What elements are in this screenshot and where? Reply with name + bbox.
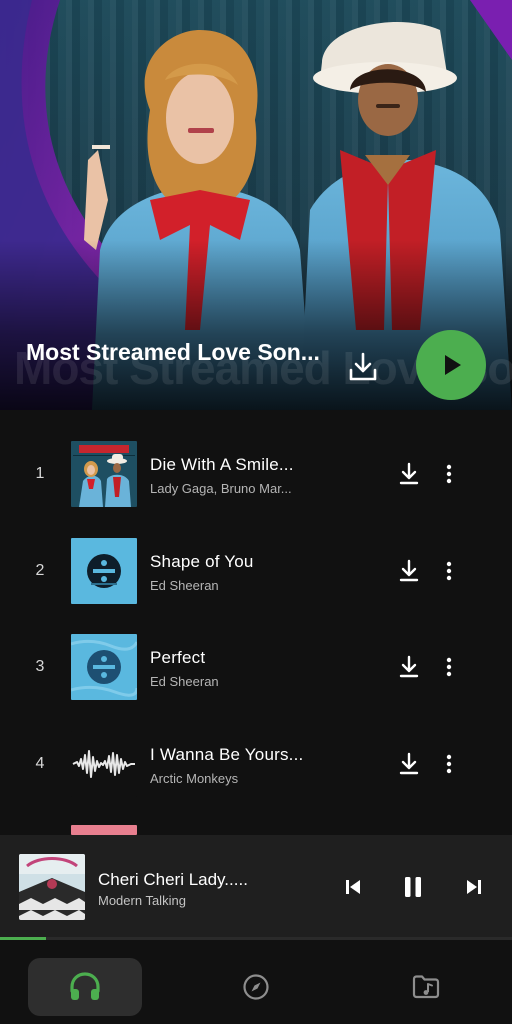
bottom-navigation: [0, 940, 512, 1024]
track-row[interactable]: 1 Die With A Smile... Lady Gaga, Bruno M…: [0, 426, 512, 522]
track-number: 2: [35, 562, 45, 579]
track-row[interactable]: 4 I Wanna Be Yours... Arctic Monkeys: [0, 716, 512, 812]
skip-next-icon: [467, 880, 481, 894]
now-playing-title: Cheri Cheri Lady.....: [98, 870, 248, 889]
download-icon: [399, 655, 419, 678]
track-number: 4: [35, 755, 45, 772]
nav-item-listen[interactable]: [28, 958, 142, 1016]
next-button[interactable]: [459, 872, 489, 902]
album-art-duo: [71, 441, 137, 507]
music-folder-icon: [412, 975, 440, 999]
album-art-waveform: [71, 731, 137, 797]
more-options-button[interactable]: [438, 460, 460, 488]
more-options-button[interactable]: [438, 653, 460, 681]
album-art-divide: [71, 634, 137, 700]
download-icon: [349, 352, 377, 381]
pause-button[interactable]: [398, 872, 428, 902]
track-number: 3: [35, 658, 45, 675]
track-title: Shape of You: [150, 552, 254, 571]
track-artist: Ed Sheeran: [150, 674, 219, 689]
mini-player[interactable]: Cheri Cheri Lady..... Modern Talking: [0, 835, 512, 940]
track-row[interactable]: 3 Perfect Ed Sheeran: [0, 619, 512, 715]
more-vertical-icon: [446, 561, 452, 581]
more-vertical-icon: [446, 464, 452, 484]
track-artist: Lady Gaga, Bruno Mar...: [150, 481, 292, 496]
more-vertical-icon: [446, 657, 452, 677]
playlist-hero: Most Streamed Love Songs Most Streamed L…: [0, 0, 512, 410]
track-artist: Ed Sheeran: [150, 578, 219, 593]
track-title: Die With A Smile...: [150, 455, 294, 474]
track-list: 1 Die With A Smile... Lady Gaga, Bruno M…: [0, 410, 512, 835]
download-playlist-button[interactable]: [341, 345, 385, 389]
headphones-icon: [70, 972, 100, 1000]
compass-icon: [243, 974, 269, 1000]
pause-icon: [405, 877, 421, 897]
nav-item-library[interactable]: [369, 958, 483, 1016]
skip-previous-icon: [346, 880, 360, 894]
track-row[interactable]: 2 Shape of You Ed Sheeran: [0, 523, 512, 619]
previous-button[interactable]: [338, 872, 368, 902]
download-icon: [399, 752, 419, 775]
download-track-button[interactable]: [395, 653, 423, 681]
download-track-button[interactable]: [395, 460, 423, 488]
nav-item-explore[interactable]: [199, 958, 313, 1016]
track-title: Perfect: [150, 648, 206, 667]
now-playing-album-art: [19, 854, 85, 920]
download-track-button[interactable]: [395, 557, 423, 585]
now-playing-artist: Modern Talking: [98, 893, 186, 908]
track-artist: Arctic Monkeys: [150, 771, 239, 786]
album-art-divide: [71, 538, 137, 604]
more-options-button[interactable]: [438, 750, 460, 778]
play-playlist-button[interactable]: [416, 330, 486, 400]
playlist-title: Most Streamed Love Son...: [26, 339, 320, 365]
download-icon: [399, 462, 419, 485]
download-icon: [399, 559, 419, 582]
track-title: I Wanna Be Yours...: [150, 745, 304, 764]
more-vertical-icon: [446, 754, 452, 774]
next-track-thumbnail-peek: [71, 825, 137, 835]
more-options-button[interactable]: [438, 557, 460, 585]
download-track-button[interactable]: [395, 750, 423, 778]
track-number: 1: [35, 465, 45, 482]
play-icon: [445, 355, 461, 375]
